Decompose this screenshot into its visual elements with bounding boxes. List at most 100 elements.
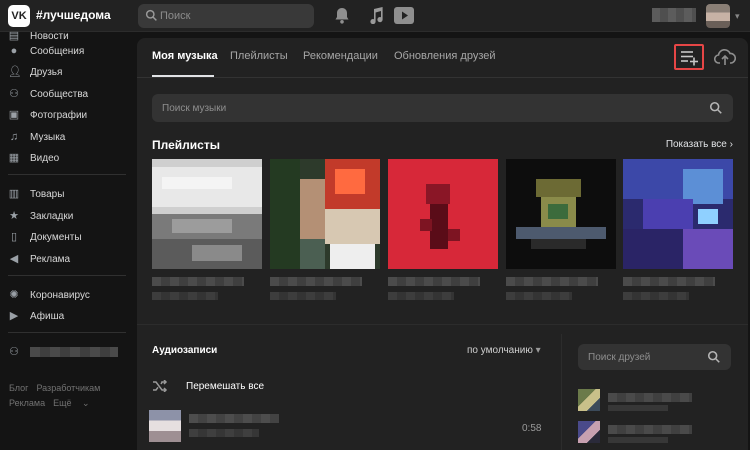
sidebar-item-label: Закладки xyxy=(30,210,74,222)
show-all-link[interactable]: Показать все › xyxy=(666,139,733,150)
playlist-card[interactable] xyxy=(506,159,616,300)
playlist-cover[interactable] xyxy=(388,159,498,269)
shuffle-all-button[interactable]: Перемешать все xyxy=(152,374,264,398)
sidebar-item-afisha[interactable]: ▶ Афиша xyxy=(8,306,133,326)
music-search[interactable] xyxy=(152,94,733,122)
shuffle-all-label: Перемешать все xyxy=(186,380,265,392)
coronavirus-icon: ✺ xyxy=(9,289,19,301)
group-icon: ⚇ xyxy=(9,346,19,358)
notifications-bell-icon[interactable] xyxy=(334,7,350,24)
video-play-icon[interactable] xyxy=(394,7,414,24)
playlist-title-placeholder xyxy=(152,277,244,286)
music-tabs: Моя музыка Плейлисты Рекомендации Обновл… xyxy=(137,38,748,78)
friend-avatar[interactable] xyxy=(578,389,600,411)
global-search[interactable] xyxy=(138,4,314,28)
sidebar-item-label: Реклама xyxy=(30,253,71,265)
sidebar-item-documents[interactable]: ▯ Документы xyxy=(8,227,133,247)
sidebar-item-video[interactable]: ▦ Видео xyxy=(8,148,133,168)
sidebar-item-label: Музыка xyxy=(30,131,66,143)
footer-link-more-label: Ещё xyxy=(53,398,72,408)
sidebar-item-hidden-label xyxy=(30,347,118,357)
playlist-add-icon xyxy=(681,51,698,66)
friend-status-placeholder xyxy=(608,437,668,443)
playlist-card[interactable] xyxy=(388,159,498,300)
photos-icon: ▣ xyxy=(8,109,20,121)
footer-link-blog[interactable]: Блог xyxy=(9,383,28,393)
afisha-icon: ▶ xyxy=(9,310,19,322)
sidebar-item-ads[interactable]: ◀ Реклама xyxy=(8,249,133,269)
tab-recommendations[interactable]: Рекомендации xyxy=(303,50,378,62)
documents-icon: ▯ xyxy=(10,231,18,243)
friends-icon: 👤︎ xyxy=(8,66,22,78)
music-panel: Моя музыка Плейлисты Рекомендации Обновл… xyxy=(137,38,748,450)
sidebar-item-communities[interactable]: ⚇ Сообщества xyxy=(8,84,133,104)
friend-avatar[interactable] xyxy=(578,421,600,443)
friends-search-input[interactable] xyxy=(588,344,698,370)
sidebar-item-label: Коронавирус xyxy=(30,289,90,301)
playlist-title-placeholder xyxy=(506,277,598,286)
sidebar-item-bookmarks[interactable]: ★ Закладки xyxy=(8,206,133,226)
video-icon: ▦ xyxy=(8,152,20,164)
friend-name-placeholder xyxy=(608,425,692,434)
section-divider xyxy=(137,324,748,325)
sidebar-item-photos[interactable]: ▣ Фотографии xyxy=(8,105,133,125)
sidebar-item-friends[interactable]: 👤︎ Друзья xyxy=(8,62,133,82)
footer-link-developers[interactable]: Разработчикам xyxy=(36,383,100,393)
chevron-down-icon[interactable]: ▾ xyxy=(735,12,740,22)
upload-cloud-icon[interactable] xyxy=(714,48,736,66)
track-duration: 0:58 xyxy=(522,423,542,434)
sidebar-item-messages[interactable]: ● Сообщения xyxy=(8,41,133,61)
playlist-author-placeholder xyxy=(623,292,689,300)
chevron-down-icon: ⌄ xyxy=(82,398,90,408)
playlist-card[interactable] xyxy=(623,159,733,300)
friend-list-item[interactable] xyxy=(578,421,728,443)
search-icon[interactable] xyxy=(709,101,723,115)
avatar[interactable] xyxy=(706,4,730,28)
playlist-cover[interactable] xyxy=(152,159,262,269)
audio-section-title: Аудиозаписи xyxy=(152,345,218,356)
playlists-title: Плейлисты xyxy=(152,138,220,152)
sort-dropdown[interactable]: по умолчанию ▾ xyxy=(467,345,541,356)
sidebar: ▤ Новости ● Сообщения 👤︎ Друзья ⚇ Сообщества… xyxy=(0,30,137,450)
shuffle-icon xyxy=(153,380,168,392)
footer-link-more[interactable]: Ещё ⌄ xyxy=(53,398,97,408)
tab-friends-updates[interactable]: Обновления друзей xyxy=(394,50,496,62)
playlist-cover[interactable] xyxy=(270,159,380,269)
playlist-card[interactable] xyxy=(270,159,380,300)
add-playlist-button[interactable] xyxy=(674,44,704,70)
track-cover[interactable] xyxy=(149,410,181,442)
music-player-icon[interactable] xyxy=(369,7,383,24)
sidebar-item-coronavirus[interactable]: ✺ Коронавирус xyxy=(8,285,133,305)
page-title[interactable]: #лучшедома xyxy=(36,8,111,22)
friend-name-placeholder xyxy=(608,393,692,402)
sidebar-divider xyxy=(8,275,126,276)
sidebar-item-label: Сообщества xyxy=(30,88,89,100)
footer-link-ads[interactable]: Реклама xyxy=(9,398,45,408)
music-search-input[interactable] xyxy=(162,94,692,122)
vk-logo[interactable]: VK xyxy=(8,5,30,27)
sidebar-item-label: Документы xyxy=(30,231,82,243)
track-row[interactable]: 0:58 xyxy=(149,408,549,444)
search-icon[interactable] xyxy=(707,350,721,364)
chevron-right-icon: › xyxy=(729,139,733,150)
global-search-input[interactable] xyxy=(160,4,310,28)
user-name[interactable] xyxy=(652,8,696,22)
market-icon: ▥ xyxy=(8,188,20,200)
playlist-author-placeholder xyxy=(388,292,454,300)
tab-my-music[interactable]: Моя музыка xyxy=(152,50,218,62)
playlist-cover[interactable] xyxy=(506,159,616,269)
playlist-author-placeholder xyxy=(270,292,336,300)
sidebar-item-label: Сообщения xyxy=(30,45,85,57)
search-icon xyxy=(145,9,157,21)
friends-search[interactable] xyxy=(578,344,731,370)
messages-icon: ● xyxy=(10,45,18,57)
track-artist-placeholder xyxy=(189,429,259,437)
playlist-cover[interactable] xyxy=(623,159,733,269)
sidebar-item-music[interactable]: ♫ Музыка xyxy=(8,127,133,147)
playlist-card[interactable] xyxy=(152,159,262,300)
friend-list-item[interactable] xyxy=(578,389,728,411)
music-icon: ♫ xyxy=(9,131,19,143)
sidebar-divider xyxy=(8,174,126,175)
sidebar-item-market[interactable]: ▥ Товары xyxy=(8,184,133,204)
tab-playlists[interactable]: Плейлисты xyxy=(230,50,288,62)
